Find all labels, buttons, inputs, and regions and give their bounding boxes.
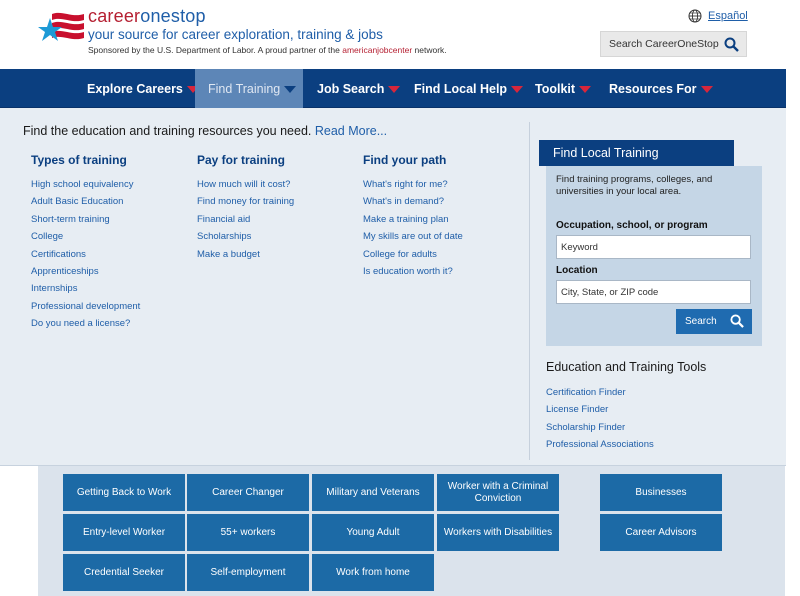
types-of-training-list: High school equivalency Adult Basic Educ… <box>31 176 140 333</box>
audience-tile[interactable]: Military and Veterans <box>312 474 434 511</box>
caret-down-icon <box>388 86 401 93</box>
menu-link[interactable]: Make a budget <box>197 246 294 263</box>
audience-tile[interactable]: Entry-level Worker <box>63 514 185 551</box>
nav-resources-for[interactable]: Resources For <box>609 69 713 108</box>
read-more-link[interactable]: Read More... <box>315 124 387 138</box>
audience-tile[interactable]: 55+ workers <box>187 514 309 551</box>
site-header: careeronestop your source for career exp… <box>0 0 800 68</box>
location-input[interactable]: City, State, or ZIP code <box>556 280 751 304</box>
find-local-training-title: Find Local Training <box>539 140 734 166</box>
language-link[interactable]: Español <box>688 9 748 23</box>
audience-tile[interactable]: Work from home <box>312 554 434 591</box>
menu-link[interactable]: College for adults <box>363 246 463 263</box>
find-your-path-heading: Find your path <box>363 153 447 167</box>
menu-link[interactable]: Financial aid <box>197 211 294 228</box>
occupation-input[interactable]: Keyword <box>556 235 751 259</box>
menu-link[interactable]: Make a training plan <box>363 211 463 228</box>
local-training-search-button[interactable]: Search <box>676 309 752 334</box>
menu-link[interactable]: Is education worth it? <box>363 263 463 280</box>
audience-tile[interactable]: Career Advisors <box>600 514 722 551</box>
menu-link[interactable]: Find money for training <box>197 193 294 210</box>
caret-down-icon <box>579 86 592 93</box>
nav-explore-careers[interactable]: Explore Careers <box>87 69 199 108</box>
menu-link[interactable]: High school equivalency <box>31 176 140 193</box>
site-search-label: Search CareerOneStop <box>609 38 719 50</box>
tool-link[interactable]: Certification Finder <box>546 384 654 401</box>
tool-link[interactable]: Professional Associations <box>546 436 654 453</box>
pay-for-training-list: How much will it cost? Find money for tr… <box>197 176 294 263</box>
audience-tile[interactable]: Worker with a Criminal Conviction <box>437 474 559 511</box>
main-nav: Explore Careers Find Training Job Search… <box>0 69 786 108</box>
menu-link[interactable]: Adult Basic Education <box>31 193 140 210</box>
site-tagline: your source for career exploration, trai… <box>88 27 383 42</box>
tools-list: Certification Finder License Finder Scho… <box>546 384 654 453</box>
find-your-path-list: What's right for me? What's in demand? M… <box>363 176 463 280</box>
menu-link[interactable]: Scholarships <box>197 228 294 245</box>
audience-tile[interactable]: Credential Seeker <box>63 554 185 591</box>
tools-heading: Education and Training Tools <box>546 360 707 374</box>
pay-for-training-heading: Pay for training <box>197 153 286 167</box>
search-icon <box>730 314 744 328</box>
local-training-search-label: Search <box>685 316 717 327</box>
occupation-label: Occupation, school, or program <box>556 220 708 231</box>
brand-wordmark[interactable]: careeronestop <box>88 6 206 27</box>
tool-link[interactable]: License Finder <box>546 401 654 418</box>
menu-link[interactable]: Internships <box>31 280 140 297</box>
language-label: Español <box>708 10 748 22</box>
menu-link[interactable]: Professional development <box>31 298 140 315</box>
search-icon <box>724 37 739 52</box>
types-of-training-heading: Types of training <box>31 153 127 167</box>
find-training-menu: Find the education and training resource… <box>0 108 786 466</box>
caret-down-icon <box>284 86 297 93</box>
find-local-training-form: Find training programs, colleges, and un… <box>546 166 762 346</box>
caret-down-icon <box>511 86 524 93</box>
tool-link[interactable]: Scholarship Finder <box>546 419 654 436</box>
nav-toolkit[interactable]: Toolkit <box>535 69 592 108</box>
audience-tile[interactable]: Businesses <box>600 474 722 511</box>
menu-link[interactable]: My skills are out of date <box>363 228 463 245</box>
caret-down-icon <box>700 86 713 93</box>
find-local-training-description: Find training programs, colleges, and un… <box>556 174 713 197</box>
menu-link[interactable]: Apprenticeships <box>31 263 140 280</box>
nav-find-training[interactable]: Find Training <box>195 69 303 108</box>
audience-tile[interactable]: Career Changer <box>187 474 309 511</box>
page: careeronestop your source for career exp… <box>0 0 800 596</box>
careeronestop-logo-icon[interactable] <box>38 8 86 48</box>
menu-link[interactable]: Certifications <box>31 246 140 263</box>
menu-link[interactable]: Do you need a license? <box>31 315 140 332</box>
ajc-link[interactable]: americanjobcenter <box>342 45 412 55</box>
menu-link[interactable]: College <box>31 228 140 245</box>
audience-tile[interactable]: Young Adult <box>312 514 434 551</box>
menu-divider <box>529 122 530 460</box>
audience-tile[interactable]: Self-employment <box>187 554 309 591</box>
nav-find-local-help[interactable]: Find Local Help <box>414 69 524 108</box>
audience-tile[interactable]: Getting Back to Work <box>63 474 185 511</box>
menu-link[interactable]: How much will it cost? <box>197 176 294 193</box>
menu-link[interactable]: What's right for me? <box>363 176 463 193</box>
globe-icon <box>688 9 702 23</box>
audience-tile[interactable]: Workers with Disabilities <box>437 514 559 551</box>
nav-job-search[interactable]: Job Search <box>317 69 401 108</box>
menu-link[interactable]: What's in demand? <box>363 193 463 210</box>
site-search-button[interactable]: Search CareerOneStop <box>600 31 747 57</box>
audience-section: Getting Back to Work Career Changer Mili… <box>38 466 785 596</box>
sponsor-line: Sponsored by the U.S. Department of Labo… <box>88 45 447 55</box>
menu-link[interactable]: Short-term training <box>31 211 140 228</box>
location-label: Location <box>556 265 598 276</box>
menu-intro: Find the education and training resource… <box>23 124 388 138</box>
